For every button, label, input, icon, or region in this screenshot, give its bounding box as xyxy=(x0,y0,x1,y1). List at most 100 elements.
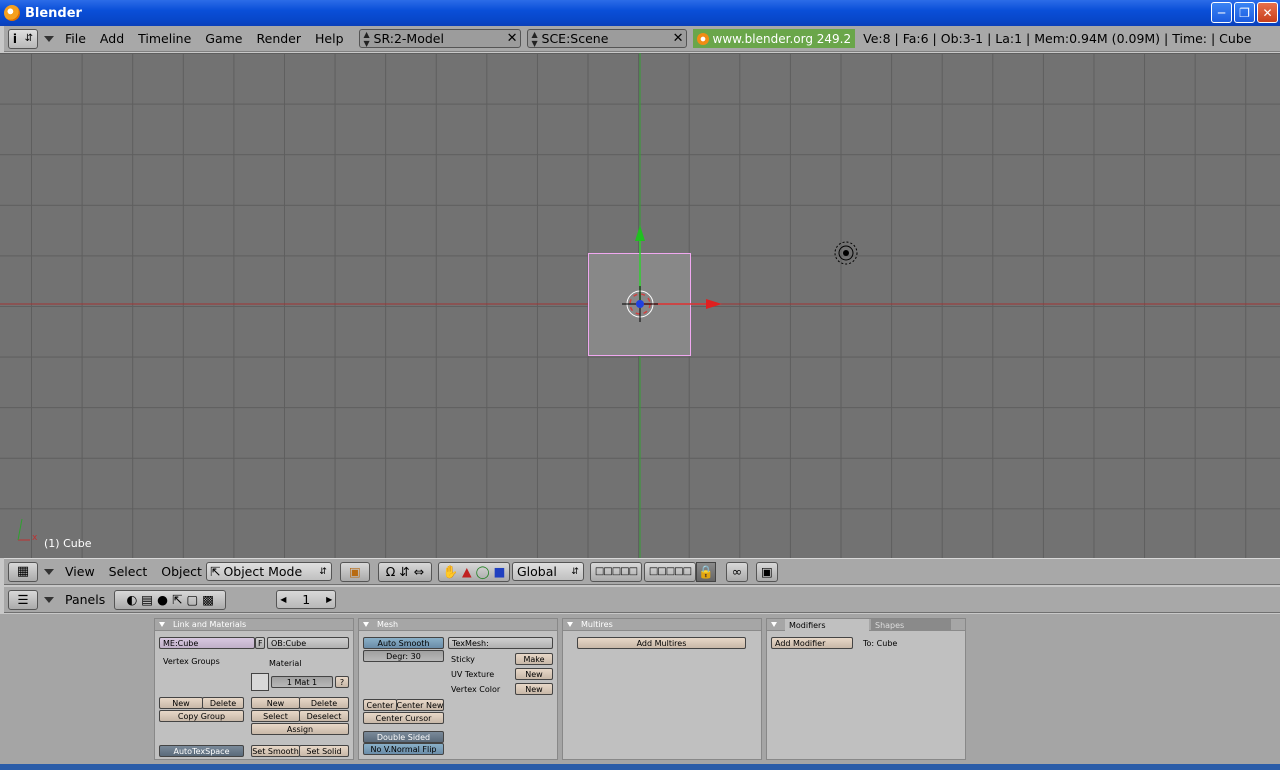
panel-mesh: Mesh Auto Smooth Degr: 30 TexMesh: Stick… xyxy=(358,618,558,760)
blender-logo-icon xyxy=(696,32,709,45)
minimize-button[interactable]: ─ xyxy=(1211,2,1232,23)
scene-selector[interactable]: ▲ ▼ SCE:Scene ✕ xyxy=(526,29,687,48)
collapse-triangle-icon[interactable] xyxy=(567,622,573,627)
vgroup-new-button[interactable]: New xyxy=(159,697,203,709)
scene-name[interactable]: SCE:Scene xyxy=(542,31,609,46)
uv-texture-new-button[interactable]: New xyxy=(515,668,553,680)
collapse-menu-icon[interactable] xyxy=(44,35,54,42)
sticky-make-button[interactable]: Make xyxy=(515,653,553,665)
mode-selector[interactable]: ⇱ Object Mode ⇵ xyxy=(205,562,332,581)
close-button[interactable]: ✕ xyxy=(1257,2,1278,23)
material-new-button[interactable]: New xyxy=(251,697,300,709)
set-solid-button[interactable]: Set Solid xyxy=(299,745,349,757)
center-button[interactable]: Center xyxy=(363,699,397,711)
panel-multires: Multires Add Multires xyxy=(562,618,762,760)
material-delete-button[interactable]: Delete xyxy=(299,697,349,709)
menu-render[interactable]: Render xyxy=(257,31,302,46)
tab-shapes[interactable]: Shapes xyxy=(871,619,951,631)
center-new-button[interactable]: Center New xyxy=(396,699,444,711)
copy-group-button[interactable]: Copy Group xyxy=(159,710,244,722)
panel-header[interactable]: Mesh xyxy=(359,619,557,631)
autotexspace-toggle[interactable]: AutoTexSpace xyxy=(159,745,244,757)
layer-buttons-left[interactable]: □□□□□ xyxy=(589,561,642,582)
orientation-selector[interactable]: Global ⇵ xyxy=(511,562,584,581)
material-color-swatch[interactable] xyxy=(251,673,269,691)
auto-smooth-toggle[interactable]: Auto Smooth xyxy=(363,637,444,649)
menu-file[interactable]: File xyxy=(65,31,86,46)
collapse-menu-icon[interactable] xyxy=(44,568,54,575)
scene-icon[interactable]: ▩ xyxy=(202,592,214,607)
uv-texture-label: UV Texture xyxy=(451,670,495,679)
blender-url[interactable]: www.blender.org 249.2 xyxy=(692,29,856,48)
layer-buttons-right[interactable]: □□□□□ xyxy=(643,561,696,582)
blender-logo-icon xyxy=(4,5,20,21)
3d-viewport[interactable]: x (1) Cube xyxy=(0,53,1280,558)
menu-panels[interactable]: Panels xyxy=(65,592,105,607)
menu-add[interactable]: Add xyxy=(100,31,124,46)
scale-icon[interactable]: ■ xyxy=(494,564,506,579)
material-assign-button[interactable]: Assign xyxy=(251,723,349,735)
script-icon[interactable]: ▤ xyxy=(141,592,153,607)
render-preview-button[interactable]: ▣ xyxy=(755,561,778,582)
screen-name[interactable]: SR:2-Model xyxy=(374,31,444,46)
window-type-selector[interactable]: ▦ xyxy=(8,561,38,582)
vgroup-delete-button[interactable]: Delete xyxy=(202,697,244,709)
no-vnormal-flip-toggle[interactable]: No V.Normal Flip xyxy=(363,743,444,755)
draw-type-selector[interactable]: ▣ xyxy=(339,561,370,582)
window-type-selector[interactable]: i ⇵ xyxy=(8,28,38,49)
fake-user-toggle[interactable]: F xyxy=(255,637,265,649)
collapse-triangle-icon[interactable] xyxy=(771,622,777,627)
restore-button[interactable]: ❐ xyxy=(1234,2,1255,23)
vertex-color-new-button[interactable]: New xyxy=(515,683,553,695)
editing-icon[interactable]: ▢ xyxy=(186,592,198,607)
panel-modifiers: Modifiers Shapes Add Modifier To: Cube xyxy=(766,618,966,760)
shading-icon[interactable]: ● xyxy=(157,592,168,607)
delete-scene-icon[interactable]: ✕ xyxy=(673,31,684,46)
menu-game[interactable]: Game xyxy=(205,31,242,46)
frame-decrement-icon[interactable]: ◀ xyxy=(280,595,286,604)
menu-help[interactable]: Help xyxy=(315,31,344,46)
modifier-target-label: To: Cube xyxy=(863,639,898,648)
object-icon[interactable]: ⇱ xyxy=(172,592,182,607)
object-name-field[interactable]: OB:Cube xyxy=(267,637,349,649)
lock-layers-button[interactable]: 🔒 xyxy=(695,561,716,582)
texmesh-field[interactable]: TexMesh: xyxy=(448,637,553,649)
collapse-triangle-icon[interactable] xyxy=(159,622,165,627)
menu-timeline[interactable]: Timeline xyxy=(138,31,191,46)
material-help-button[interactable]: ? xyxy=(335,676,349,688)
panel-header[interactable]: Multires xyxy=(563,619,761,631)
3d-view-header: ▦ View Select Object ⇱ Object Mode ⇵ ▣ Ω… xyxy=(4,558,1280,585)
set-smooth-button[interactable]: Set Smooth xyxy=(251,745,300,757)
screen-selector[interactable]: ▲ ▼ SR:2-Model ✕ xyxy=(358,29,521,48)
delete-screen-icon[interactable]: ✕ xyxy=(507,31,518,46)
center-cursor-button[interactable]: Center Cursor xyxy=(363,712,444,724)
context-buttons[interactable]: ◐ ▤ ● ⇱ ▢ ▩ xyxy=(114,589,227,610)
add-multires-button[interactable]: Add Multires xyxy=(577,637,746,649)
degr-field[interactable]: Degr: 30 xyxy=(363,650,444,662)
material-index-field[interactable]: 1 Mat 1 xyxy=(271,676,333,688)
manipulator-toggles[interactable]: ✋ ▲ ◯ ■ xyxy=(437,561,510,582)
menu-object[interactable]: Object xyxy=(161,564,202,579)
material-select-button[interactable]: Select xyxy=(251,710,300,722)
collapse-menu-icon[interactable] xyxy=(44,596,54,603)
rotate-icon[interactable]: ◯ xyxy=(476,564,490,579)
updown-arrows-icon: ⇵ xyxy=(24,33,34,44)
viewport-scene[interactable]: x xyxy=(0,53,1280,558)
window-type-selector[interactable]: ☰ xyxy=(8,589,38,610)
menu-select[interactable]: Select xyxy=(109,564,148,579)
collapse-triangle-icon[interactable] xyxy=(363,622,369,627)
panel-header[interactable]: Link and Materials xyxy=(155,619,353,631)
material-deselect-button[interactable]: Deselect xyxy=(299,710,349,722)
logic-icon[interactable]: ◐ xyxy=(126,592,137,607)
double-sided-toggle[interactable]: Double Sided xyxy=(363,731,444,743)
menu-view[interactable]: View xyxy=(65,564,95,579)
pivot-selector[interactable]: Ω ⇵ ⇔ xyxy=(377,561,432,582)
translate-icon[interactable]: ▲ xyxy=(462,564,472,579)
frame-increment-icon[interactable]: ▶ xyxy=(326,595,332,604)
mesh-name-field[interactable]: ME:Cube xyxy=(159,637,255,649)
proportional-edit-button[interactable]: ∞ xyxy=(725,561,748,582)
frame-counter[interactable]: ◀ 1 ▶ xyxy=(276,590,337,609)
hand-icon[interactable]: ✋ xyxy=(442,564,458,580)
add-modifier-button[interactable]: Add Modifier xyxy=(771,637,853,649)
tab-modifiers[interactable]: Modifiers xyxy=(785,619,869,631)
